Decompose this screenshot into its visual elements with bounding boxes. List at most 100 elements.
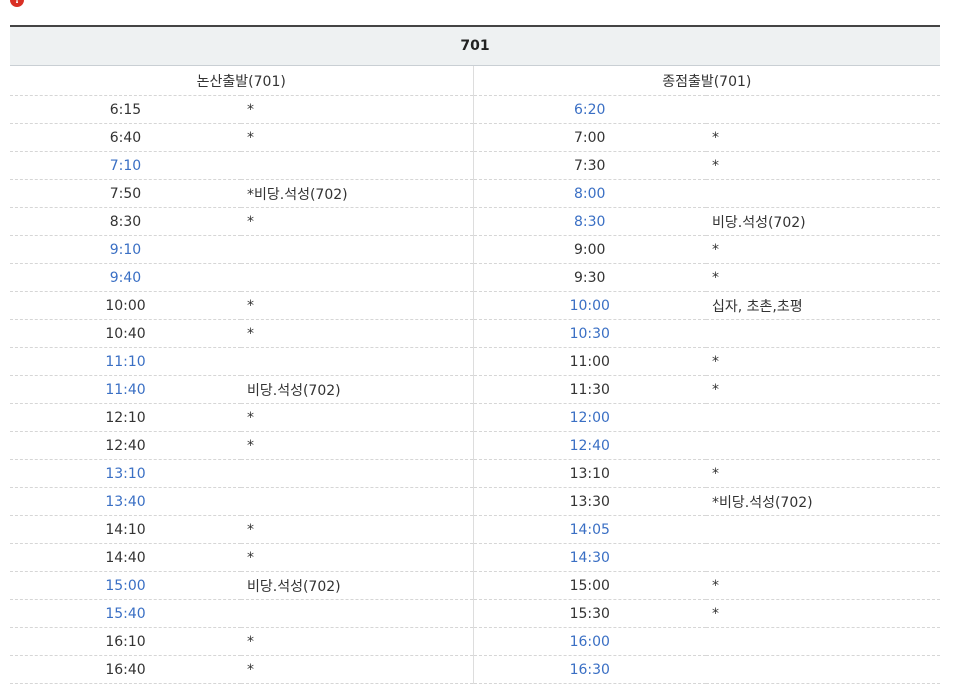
right-route-note: * — [706, 263, 941, 292]
right-route-note: 비당.석성(702) — [706, 207, 941, 236]
table-row: 12:10 * 12:00 — [10, 403, 941, 432]
left-departure-time: 13:10 — [10, 459, 241, 488]
table-row: 9:40 9:30 * — [10, 263, 941, 292]
table-row: 9:10 9:00 * — [10, 235, 941, 264]
left-departure-time: 8:30 — [10, 207, 241, 236]
table-row: 12:40 * 12:40 — [10, 431, 941, 460]
right-route-note: * — [706, 151, 941, 180]
right-departure-time: 6:20 — [472, 95, 706, 124]
right-route-note — [706, 543, 941, 572]
table-row: 11:10 11:00 * — [10, 347, 941, 376]
left-route-note: 비당.석성(702) — [241, 571, 473, 600]
right-departure-time: 14:05 — [472, 515, 706, 544]
table-row: 14:10 * 14:05 — [10, 515, 941, 544]
table-row: 10:40 * 10:30 — [10, 319, 941, 348]
left-route-note — [241, 235, 473, 264]
table-row: 7:50 *비당.석성(702) 8:00 — [10, 179, 941, 208]
left-route-note: * — [241, 543, 473, 572]
right-direction-header: 종점출발(701) — [472, 65, 941, 96]
right-departure-time: 10:00 — [472, 291, 706, 320]
right-departure-time: 9:00 — [472, 235, 706, 264]
left-route-note — [241, 151, 473, 180]
right-departure-time: 8:30 — [472, 207, 706, 236]
left-route-note: *비당.석성(702) — [241, 179, 473, 208]
left-route-note — [241, 599, 473, 628]
table-row: 10:00 * 10:00 십자, 초촌,초평 — [10, 291, 941, 320]
right-departure-time: 15:30 — [472, 599, 706, 628]
right-route-note — [706, 95, 941, 124]
right-departure-time: 15:00 — [472, 571, 706, 600]
left-direction-header: 논산출발(701) — [10, 65, 473, 96]
left-departure-time: 11:10 — [10, 347, 241, 376]
left-departure-time: 15:00 — [10, 571, 241, 600]
left-departure-time: 16:10 — [10, 627, 241, 656]
left-departure-time: 9:40 — [10, 263, 241, 292]
right-route-note: * — [706, 375, 941, 404]
table-row: 14:40 * 14:30 — [10, 543, 941, 572]
right-departure-time: 13:10 — [472, 459, 706, 488]
left-route-note — [241, 263, 473, 292]
right-route-note — [706, 319, 941, 348]
left-departure-time: 14:40 — [10, 543, 241, 572]
right-departure-time: 9:30 — [472, 263, 706, 292]
right-departure-time: 11:00 — [472, 347, 706, 376]
left-route-note: * — [241, 515, 473, 544]
left-departure-time: 14:10 — [10, 515, 241, 544]
right-departure-time: 16:00 — [472, 627, 706, 656]
right-route-note: * — [706, 599, 941, 628]
left-departure-time: 10:40 — [10, 319, 241, 348]
right-route-note: 십자, 초촌,초평 — [706, 291, 941, 320]
table-row: 16:40 * 16:30 — [10, 655, 941, 684]
table-row: 11:40 비당.석성(702) 11:30 * — [10, 375, 941, 404]
left-departure-time: 6:40 — [10, 123, 241, 152]
left-route-note: * — [241, 655, 473, 684]
left-route-note: * — [241, 123, 473, 152]
left-departure-time: 7:10 — [10, 151, 241, 180]
right-route-note — [706, 431, 941, 460]
right-route-note: * — [706, 347, 941, 376]
right-route-note: * — [706, 235, 941, 264]
bus-timetable: 701 논산출발(701) 종점출발(701) 6:15 * 6:20 6:40 * 7:… — [10, 25, 941, 684]
right-route-note — [706, 403, 941, 432]
right-departure-time: 11:30 — [472, 375, 706, 404]
table-row: 7:10 7:30 * — [10, 151, 941, 180]
left-departure-time: 11:40 — [10, 375, 241, 404]
left-route-note — [241, 459, 473, 488]
right-departure-time: 7:30 — [472, 151, 706, 180]
right-departure-time: 7:00 — [472, 123, 706, 152]
route-title: 701 — [10, 25, 941, 66]
table-row: 6:40 * 7:00 * — [10, 123, 941, 152]
table-row: 13:10 13:10 * — [10, 459, 941, 488]
right-departure-time: 12:40 — [472, 431, 706, 460]
right-route-note: * — [706, 123, 941, 152]
left-route-note: * — [241, 319, 473, 348]
right-route-note: * — [706, 571, 941, 600]
alert-icon: ! — [10, 0, 24, 7]
right-route-note: * — [706, 459, 941, 488]
left-departure-time: 6:15 — [10, 95, 241, 124]
table-row: 16:10 * 16:00 — [10, 627, 941, 656]
table-row: 8:30 * 8:30 비당.석성(702) — [10, 207, 941, 236]
left-route-note — [241, 487, 473, 516]
right-route-note — [706, 179, 941, 208]
left-route-note: * — [241, 431, 473, 460]
right-route-note — [706, 655, 941, 684]
left-route-note: 비당.석성(702) — [241, 375, 473, 404]
right-route-note: *비당.석성(702) — [706, 487, 941, 516]
left-departure-time: 7:50 — [10, 179, 241, 208]
table-row: 15:40 15:30 * — [10, 599, 941, 628]
right-departure-time: 14:30 — [472, 543, 706, 572]
table-row: 13:40 13:30 *비당.석성(702) — [10, 487, 941, 516]
left-route-note: * — [241, 403, 473, 432]
right-route-note — [706, 515, 941, 544]
notice-banner: ! — [10, 0, 30, 8]
table-row: 15:00 비당.석성(702) 15:00 * — [10, 571, 941, 600]
left-route-note — [241, 347, 473, 376]
right-departure-time: 16:30 — [472, 655, 706, 684]
left-departure-time: 16:40 — [10, 655, 241, 684]
left-departure-time: 12:40 — [10, 431, 241, 460]
table-row: 6:15 * 6:20 — [10, 95, 941, 124]
left-route-note: * — [241, 627, 473, 656]
left-departure-time: 12:10 — [10, 403, 241, 432]
right-route-note — [706, 627, 941, 656]
